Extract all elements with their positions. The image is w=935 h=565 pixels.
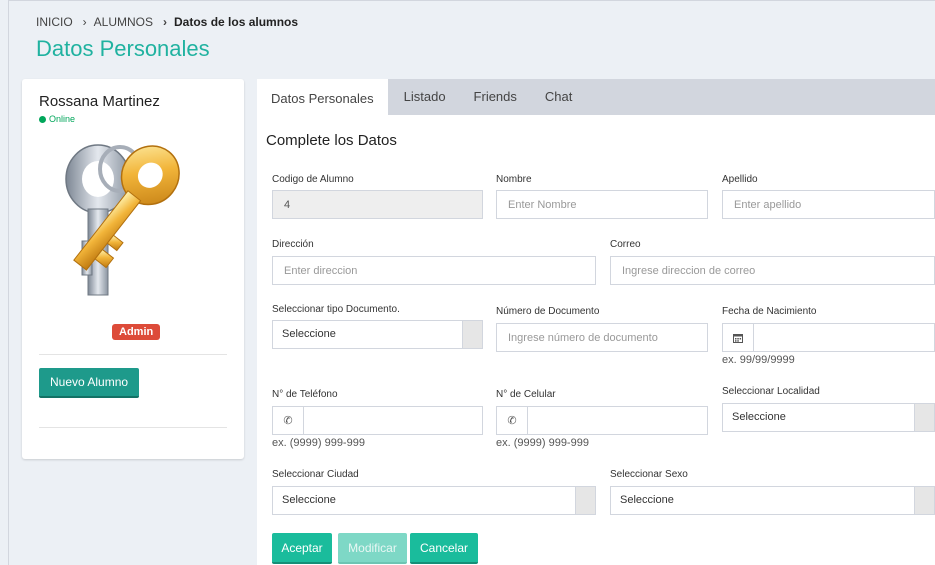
profile-card: Rossana Martinez Online Admin Nuevo Alum… xyxy=(22,79,244,459)
status-dot-icon xyxy=(39,115,46,123)
tab-friends[interactable]: Friends xyxy=(460,79,531,115)
codigo-label: Codigo de Alumno xyxy=(272,174,354,185)
sexo-select[interactable]: Seleccione xyxy=(610,486,935,515)
admin-badge: Admin xyxy=(112,324,161,340)
numero-documento-field[interactable] xyxy=(496,323,708,352)
numero-documento-label: Número de Documento xyxy=(496,306,600,317)
direccion-field[interactable] xyxy=(272,256,596,285)
ciudad-value: Seleccione xyxy=(282,494,336,506)
breadcrumb-section[interactable]: ALUMNOS xyxy=(94,15,153,29)
celular-label: N° de Celular xyxy=(496,389,556,400)
aceptar-button[interactable]: Aceptar xyxy=(272,533,332,564)
tipo-documento-select[interactable]: Seleccione xyxy=(272,320,483,349)
content-left-border xyxy=(8,0,9,565)
content-top-border xyxy=(8,0,935,1)
cancelar-button[interactable]: Cancelar xyxy=(410,533,478,564)
localidad-value: Seleccione xyxy=(732,411,786,423)
fecha-nacimiento-label: Fecha de Nacimiento xyxy=(722,306,817,317)
keys-icon xyxy=(65,144,180,296)
tab-datos-personales[interactable]: Datos Personales xyxy=(257,79,388,115)
profile-name: Rossana Martinez xyxy=(39,93,160,110)
tab-chat[interactable]: Chat xyxy=(531,79,586,115)
select-arrow-icon[interactable] xyxy=(462,321,482,348)
breadcrumb-home[interactable]: INICIO xyxy=(36,15,73,29)
sexo-label: Seleccionar Sexo xyxy=(610,469,688,480)
sexo-value: Seleccione xyxy=(620,494,674,506)
tipo-documento-label: Seleccionar tipo Documento. xyxy=(272,304,400,315)
calendar-icon xyxy=(723,324,754,351)
breadcrumb-current: Datos de los alumnos xyxy=(174,15,299,29)
direccion-label: Dirección xyxy=(272,239,314,250)
tipo-documento-value: Seleccione xyxy=(282,328,336,340)
phone-icon: ✆ xyxy=(273,407,304,434)
breadcrumb-separator-icon: › xyxy=(82,15,87,29)
localidad-select[interactable]: Seleccione xyxy=(722,403,935,432)
select-arrow-icon[interactable] xyxy=(914,487,934,514)
divider xyxy=(39,354,227,355)
main-panel: Datos Personales Listado Friends Chat Co… xyxy=(257,79,935,565)
localidad-label: Seleccionar Localidad xyxy=(722,386,820,397)
apellido-field[interactable] xyxy=(722,190,935,219)
apellido-label: Apellido xyxy=(722,174,758,185)
correo-label: Correo xyxy=(610,239,641,250)
modificar-button[interactable]: Modificar xyxy=(338,533,407,564)
breadcrumb-separator-icon: › xyxy=(163,15,168,29)
correo-field[interactable] xyxy=(610,256,935,285)
telefono-label: N° de Teléfono xyxy=(272,389,338,400)
tab-bar: Datos Personales Listado Friends Chat xyxy=(257,79,935,115)
phone-icon: ✆ xyxy=(497,407,528,434)
new-student-button[interactable]: Nuevo Alumno xyxy=(39,368,140,398)
telefono-field[interactable]: ✆ xyxy=(272,406,483,435)
ciudad-select[interactable]: Seleccione xyxy=(272,486,596,515)
ciudad-label: Seleccionar Ciudad xyxy=(272,469,359,480)
status-label: Online xyxy=(49,114,76,124)
fecha-nacimiento-field[interactable] xyxy=(722,323,935,352)
telefono-hint: ex. (9999) 999-999 xyxy=(272,437,365,449)
tab-listado[interactable]: Listado xyxy=(388,79,460,115)
select-arrow-icon[interactable] xyxy=(914,404,934,431)
nombre-field[interactable] xyxy=(496,190,708,219)
form-title: Complete los Datos xyxy=(266,132,397,149)
nombre-label: Nombre xyxy=(496,174,532,185)
celular-hint: ex. (9999) 999-999 xyxy=(496,437,589,449)
breadcrumb: INICIO › ALUMNOS › Datos de los alumnos xyxy=(36,15,298,29)
fecha-nacimiento-hint: ex. 99/99/9999 xyxy=(722,354,795,366)
codigo-field[interactable] xyxy=(272,190,483,219)
divider xyxy=(39,427,227,428)
page-title: Datos Personales xyxy=(36,36,210,61)
select-arrow-icon[interactable] xyxy=(575,487,595,514)
celular-field[interactable]: ✆ xyxy=(496,406,708,435)
status-online: Online xyxy=(39,114,75,124)
